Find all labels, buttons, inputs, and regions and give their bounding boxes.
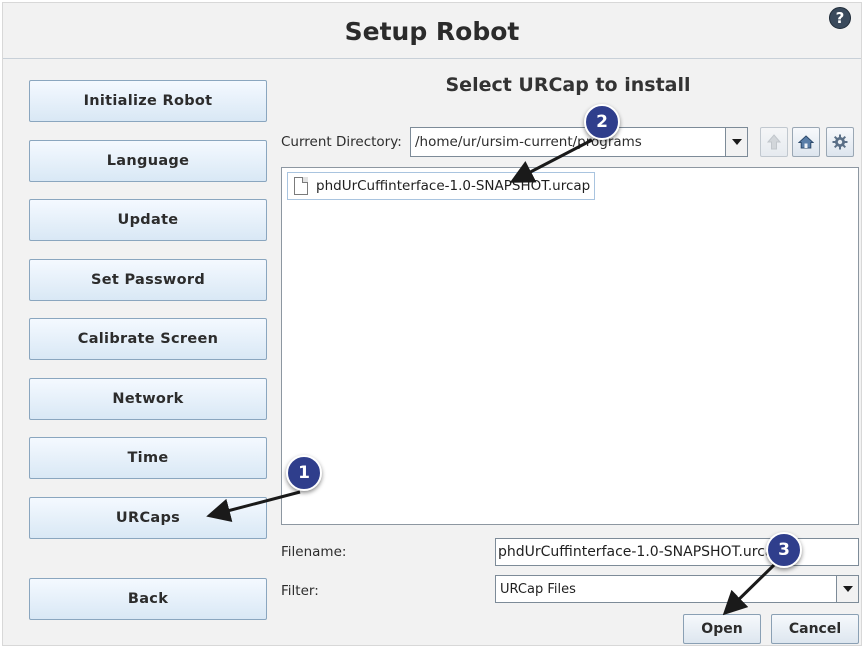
annotation-badge-2: 2 [584, 104, 620, 140]
annotation-badge-3: 3 [766, 532, 802, 568]
help-icon[interactable]: ? [829, 7, 851, 29]
file-list-item[interactable]: phdUrCuffinterface-1.0-SNAPSHOT.urcap [287, 172, 596, 200]
filter-value: URCap Files [500, 582, 576, 597]
filename-input[interactable]: phdUrCuffinterface-1.0-SNAPSHOT.urcap [495, 538, 859, 566]
open-button[interactable]: Open [683, 614, 761, 644]
set-password-button[interactable]: Set Password [29, 259, 267, 301]
calibrate-screen-button[interactable]: Calibrate Screen [29, 318, 267, 360]
up-arrow-icon [767, 134, 781, 150]
current-directory-label: Current Directory: [281, 134, 402, 150]
filename-label: Filename: [281, 544, 347, 560]
urcaps-button[interactable]: URCaps [29, 497, 267, 539]
time-button[interactable]: Time [29, 437, 267, 479]
settings-button[interactable] [826, 127, 854, 157]
back-button[interactable]: Back [29, 578, 267, 620]
chevron-down-icon[interactable] [836, 576, 858, 602]
dialog-title: Select URCap to install [445, 74, 691, 96]
up-directory-button[interactable] [760, 127, 788, 157]
filter-dropdown[interactable]: URCap Files [495, 575, 859, 603]
page-title: Setup Robot [344, 17, 520, 46]
file-name: phdUrCuffinterface-1.0-SNAPSHOT.urcap [316, 178, 591, 194]
filename-value: phdUrCuffinterface-1.0-SNAPSHOT.urcap [498, 544, 783, 560]
annotation-badge-1: 1 [286, 455, 322, 491]
title-bar: Setup Robot ? [3, 3, 861, 59]
filter-label: Filter: [281, 583, 319, 599]
network-button[interactable]: Network [29, 378, 267, 420]
initialize-robot-button[interactable]: Initialize Robot [29, 80, 267, 122]
update-button[interactable]: Update [29, 199, 267, 241]
file-list[interactable]: phdUrCuffinterface-1.0-SNAPSHOT.urcap [281, 167, 859, 525]
home-icon [798, 135, 814, 149]
file-icon [294, 177, 308, 195]
current-directory-dropdown[interactable]: /home/ur/ursim-current/programs [410, 127, 748, 157]
gear-icon [832, 134, 848, 150]
chevron-down-icon[interactable] [725, 128, 747, 156]
home-directory-button[interactable] [792, 127, 820, 157]
cancel-button[interactable]: Cancel [771, 614, 859, 644]
current-directory-value: /home/ur/ursim-current/programs [415, 134, 642, 150]
language-button[interactable]: Language [29, 140, 267, 182]
